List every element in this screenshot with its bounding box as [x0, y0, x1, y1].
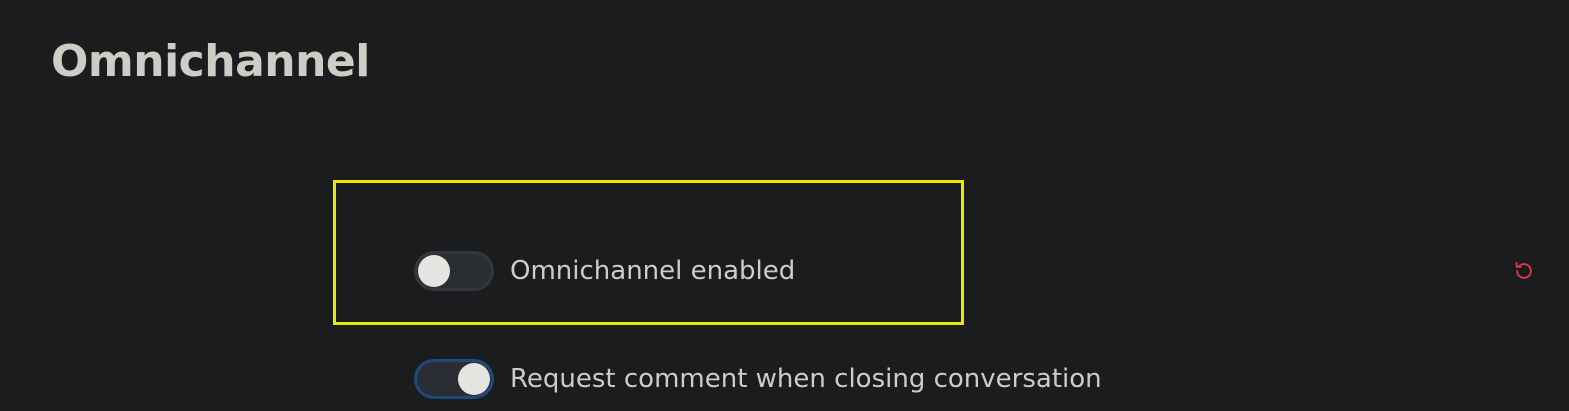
page-title: Omnichannel	[51, 36, 370, 87]
reset-icon[interactable]	[1513, 260, 1535, 282]
toggle-knob	[458, 363, 490, 395]
setting-request-comment: Request comment when closing conversatio…	[414, 359, 1102, 399]
request-comment-toggle[interactable]	[414, 359, 494, 399]
toggle-knob	[418, 255, 450, 287]
setting-label: Omnichannel enabled	[510, 256, 796, 286]
settings-page: Omnichannel Omnichannel enabled Request …	[0, 0, 1569, 411]
setting-label: Request comment when closing conversatio…	[510, 364, 1102, 394]
omnichannel-enabled-toggle[interactable]	[414, 251, 494, 291]
setting-omnichannel-enabled: Omnichannel enabled	[414, 251, 795, 291]
